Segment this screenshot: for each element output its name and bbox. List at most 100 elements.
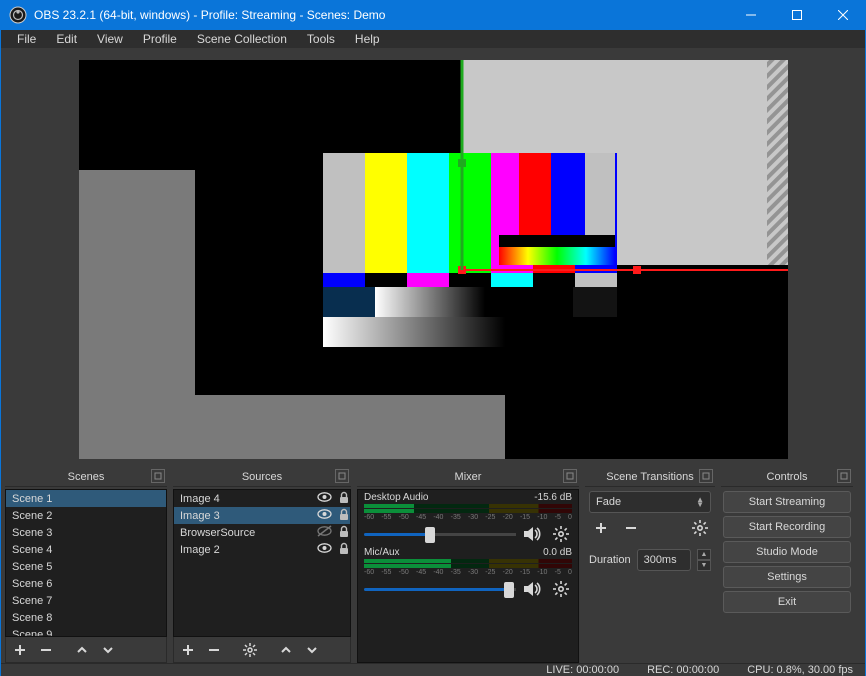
start-recording-button[interactable]: Start Recording bbox=[723, 516, 851, 538]
sources-dock: Sources Image 4Image 3BrowserSourceImage… bbox=[173, 467, 351, 663]
add-source-button[interactable] bbox=[176, 639, 200, 661]
scenes-toolbar bbox=[5, 637, 167, 663]
mixer-title: Mixer bbox=[455, 471, 482, 483]
lock-toggle[interactable] bbox=[336, 508, 350, 524]
start-streaming-button[interactable]: Start Streaming bbox=[723, 491, 851, 513]
scene-item[interactable]: Scene 9 bbox=[6, 626, 166, 637]
transitions-dock: Scene Transitions Fade ▲▼ Duration 300ms bbox=[585, 467, 715, 663]
source-label: Image 3 bbox=[180, 510, 220, 522]
source-item[interactable]: Image 3 bbox=[174, 507, 350, 524]
preview-canvas[interactable] bbox=[79, 60, 788, 459]
sources-toolbar bbox=[173, 637, 351, 663]
scene-item[interactable]: Scene 3 bbox=[6, 524, 166, 541]
mixer-channel-name: Mic/Aux bbox=[364, 547, 400, 558]
undock-icon[interactable] bbox=[151, 469, 165, 483]
duration-label: Duration bbox=[589, 554, 631, 566]
audio-meter bbox=[364, 564, 572, 568]
obs-logo-icon bbox=[8, 5, 28, 25]
speaker-icon[interactable] bbox=[522, 578, 544, 600]
status-live: LIVE: 00:00:00 bbox=[546, 664, 619, 676]
settings-button[interactable]: Settings bbox=[723, 566, 851, 588]
volume-slider[interactable] bbox=[364, 588, 516, 591]
undock-icon[interactable] bbox=[335, 469, 349, 483]
scene-item[interactable]: Scene 4 bbox=[6, 541, 166, 558]
move-source-down-button[interactable] bbox=[300, 639, 324, 661]
source-label: BrowserSource bbox=[180, 527, 255, 539]
mixer-channel-db: -15.6 dB bbox=[534, 492, 572, 503]
scene-item[interactable]: Scene 6 bbox=[6, 575, 166, 592]
add-transition-button[interactable] bbox=[589, 517, 613, 539]
close-button[interactable] bbox=[820, 0, 866, 30]
duration-input[interactable]: 300ms bbox=[637, 549, 691, 571]
add-scene-button[interactable] bbox=[8, 639, 32, 661]
menu-file[interactable]: File bbox=[9, 30, 44, 48]
controls-title: Controls bbox=[767, 471, 808, 483]
move-scene-down-button[interactable] bbox=[96, 639, 120, 661]
sources-list[interactable]: Image 4 Image 3 BrowserSource Image 2 bbox=[173, 489, 351, 637]
lock-toggle[interactable] bbox=[336, 542, 350, 558]
menu-tools[interactable]: Tools bbox=[299, 30, 343, 48]
menu-scene-collection[interactable]: Scene Collection bbox=[189, 30, 295, 48]
maximize-button[interactable] bbox=[774, 0, 820, 30]
remove-scene-button[interactable] bbox=[34, 639, 58, 661]
scene-item[interactable]: Scene 7 bbox=[6, 592, 166, 609]
studio-mode-button[interactable]: Studio Mode bbox=[723, 541, 851, 563]
updown-icon: ▲▼ bbox=[696, 497, 704, 507]
remove-transition-button[interactable] bbox=[619, 517, 643, 539]
move-source-up-button[interactable] bbox=[274, 639, 298, 661]
transition-select[interactable]: Fade ▲▼ bbox=[589, 491, 711, 513]
menu-view[interactable]: View bbox=[89, 30, 131, 48]
audio-meter bbox=[364, 509, 572, 513]
move-scene-up-button[interactable] bbox=[70, 639, 94, 661]
preview-area[interactable] bbox=[1, 48, 865, 467]
source-item[interactable]: BrowserSource bbox=[174, 524, 350, 541]
visibility-toggle[interactable] bbox=[315, 542, 332, 557]
scene-item[interactable]: Scene 2 bbox=[6, 507, 166, 524]
scenes-list[interactable]: Scene 1Scene 2Scene 3Scene 4Scene 5Scene… bbox=[5, 489, 167, 637]
speaker-icon[interactable] bbox=[522, 523, 544, 545]
controls-dock: Controls Start Streaming Start Recording S… bbox=[721, 467, 853, 663]
scene-item[interactable]: Scene 1 bbox=[6, 490, 166, 507]
mixer-channel-db: 0.0 dB bbox=[543, 547, 572, 558]
channel-settings-button[interactable] bbox=[550, 523, 572, 545]
visibility-toggle[interactable] bbox=[315, 491, 332, 506]
scene-item[interactable]: Scene 8 bbox=[6, 609, 166, 626]
titlebar: OBS 23.2.1 (64-bit, windows) - Profile: … bbox=[0, 0, 866, 30]
minimize-button[interactable] bbox=[728, 0, 774, 30]
scenes-title: Scenes bbox=[68, 471, 105, 483]
lock-toggle[interactable] bbox=[336, 491, 350, 507]
mixer-channel-name: Desktop Audio bbox=[364, 492, 429, 503]
statusbar: LIVE: 00:00:00 REC: 00:00:00 CPU: 0.8%, … bbox=[1, 663, 865, 676]
transitions-title: Scene Transitions bbox=[606, 471, 693, 483]
exit-button[interactable]: Exit bbox=[723, 591, 851, 613]
sources-title: Sources bbox=[242, 471, 282, 483]
duration-down-button[interactable]: ▼ bbox=[697, 560, 711, 571]
menubar: File Edit View Profile Scene Collection … bbox=[1, 30, 865, 48]
audio-scale: -60-55-50-45-40-35-30-25-20-15-10-50 bbox=[364, 514, 572, 521]
window-title: OBS 23.2.1 (64-bit, windows) - Profile: … bbox=[34, 8, 728, 22]
source-item[interactable]: Image 4 bbox=[174, 490, 350, 507]
visibility-toggle[interactable] bbox=[315, 508, 332, 523]
volume-slider[interactable] bbox=[364, 533, 516, 536]
lock-toggle[interactable] bbox=[336, 525, 350, 541]
source-item[interactable]: Image 2 bbox=[174, 541, 350, 558]
menu-edit[interactable]: Edit bbox=[48, 30, 85, 48]
duration-value: 300ms bbox=[644, 554, 688, 566]
remove-source-button[interactable] bbox=[202, 639, 226, 661]
audio-scale: -60-55-50-45-40-35-30-25-20-15-10-50 bbox=[364, 569, 572, 576]
menu-help[interactable]: Help bbox=[347, 30, 388, 48]
source-label: Image 4 bbox=[180, 493, 220, 505]
audio-meter bbox=[364, 504, 572, 508]
undock-icon[interactable] bbox=[699, 469, 713, 483]
undock-icon[interactable] bbox=[563, 469, 577, 483]
source-properties-button[interactable] bbox=[238, 639, 262, 661]
mixer-dock: Mixer Desktop Audio -15.6 dB -60-55-50-45… bbox=[357, 467, 579, 663]
channel-settings-button[interactable] bbox=[550, 578, 572, 600]
scene-item[interactable]: Scene 5 bbox=[6, 558, 166, 575]
duration-up-button[interactable]: ▲ bbox=[697, 549, 711, 560]
undock-icon[interactable] bbox=[837, 469, 851, 483]
visibility-toggle[interactable] bbox=[315, 525, 332, 540]
menu-profile[interactable]: Profile bbox=[135, 30, 185, 48]
status-cpu: CPU: 0.8%, 30.00 fps bbox=[747, 664, 853, 676]
transition-properties-button[interactable] bbox=[689, 517, 711, 539]
